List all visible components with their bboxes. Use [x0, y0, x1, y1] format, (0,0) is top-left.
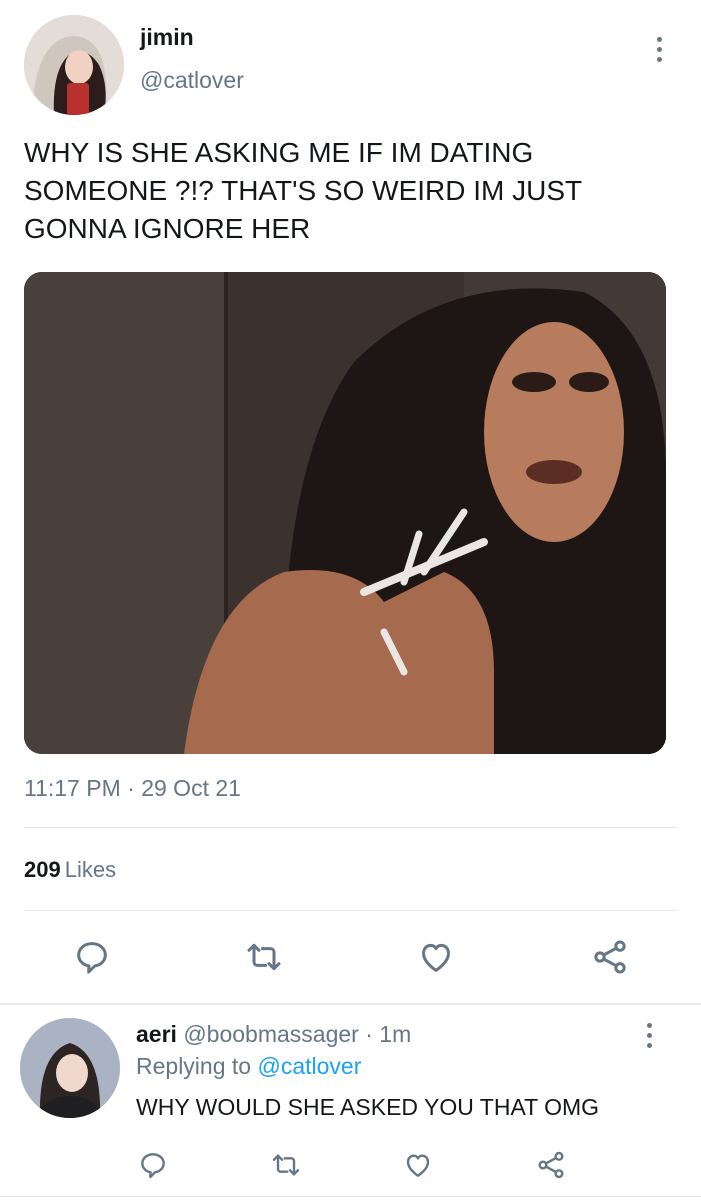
- timestamp-separator: ·: [127, 775, 135, 801]
- likes-row[interactable]: 209 Likes: [24, 857, 116, 883]
- reply-author-name[interactable]: aeri: [136, 1021, 177, 1047]
- reply-separator: ·: [365, 1021, 373, 1047]
- tweet-media[interactable]: [24, 272, 666, 754]
- divider: [24, 910, 677, 911]
- replying-to: Replying to @catlover: [136, 1053, 361, 1080]
- reply-author-avatar[interactable]: [20, 1018, 120, 1118]
- tweet-time: 11:17 PM: [24, 775, 121, 801]
- reply-icon[interactable]: [70, 935, 114, 979]
- more-options-icon[interactable]: [647, 29, 671, 69]
- divider: [0, 1196, 701, 1197]
- reply-share-icon[interactable]: [529, 1143, 573, 1187]
- reply-header: aeri @boobmassager · 1m: [136, 1021, 411, 1048]
- tweet-date: 29 Oct 21: [141, 775, 241, 801]
- likes-label: Likes: [64, 857, 117, 882]
- avatar-photo: [24, 15, 124, 115]
- reply-more-options-icon[interactable]: [637, 1015, 661, 1055]
- divider: [0, 1003, 701, 1005]
- tweet-text: WHY IS SHE ASKING ME IF IM DATING SOMEON…: [24, 137, 583, 244]
- reply-text: WHY WOULD SHE ASKED YOU THAT OMG: [136, 1094, 600, 1120]
- replying-to-label: Replying to: [136, 1053, 252, 1079]
- divider: [24, 827, 677, 828]
- retweet-icon[interactable]: [242, 935, 286, 979]
- reply-author-handle[interactable]: @boobmassager: [183, 1021, 359, 1047]
- like-icon[interactable]: [414, 935, 458, 979]
- reply-like-icon[interactable]: [396, 1143, 440, 1187]
- author-avatar[interactable]: [24, 15, 124, 115]
- reply-retweet-icon[interactable]: [264, 1143, 308, 1187]
- likes-count: 209: [24, 857, 61, 882]
- author-handle[interactable]: @catlover: [140, 67, 244, 94]
- reply-reply-icon[interactable]: [131, 1143, 175, 1187]
- share-icon[interactable]: [588, 935, 632, 979]
- author-name[interactable]: jimin: [140, 24, 194, 51]
- reply-age: 1m: [379, 1021, 412, 1047]
- tweet-page: jimin @catlover WHY IS SHE ASKING ME IF …: [0, 0, 701, 1200]
- media-photo: [24, 272, 666, 754]
- tweet-timestamp: 11:17 PM · 29 Oct 21: [24, 775, 241, 802]
- replying-to-handle[interactable]: @catlover: [257, 1053, 361, 1079]
- avatar-photo: [20, 1018, 120, 1118]
